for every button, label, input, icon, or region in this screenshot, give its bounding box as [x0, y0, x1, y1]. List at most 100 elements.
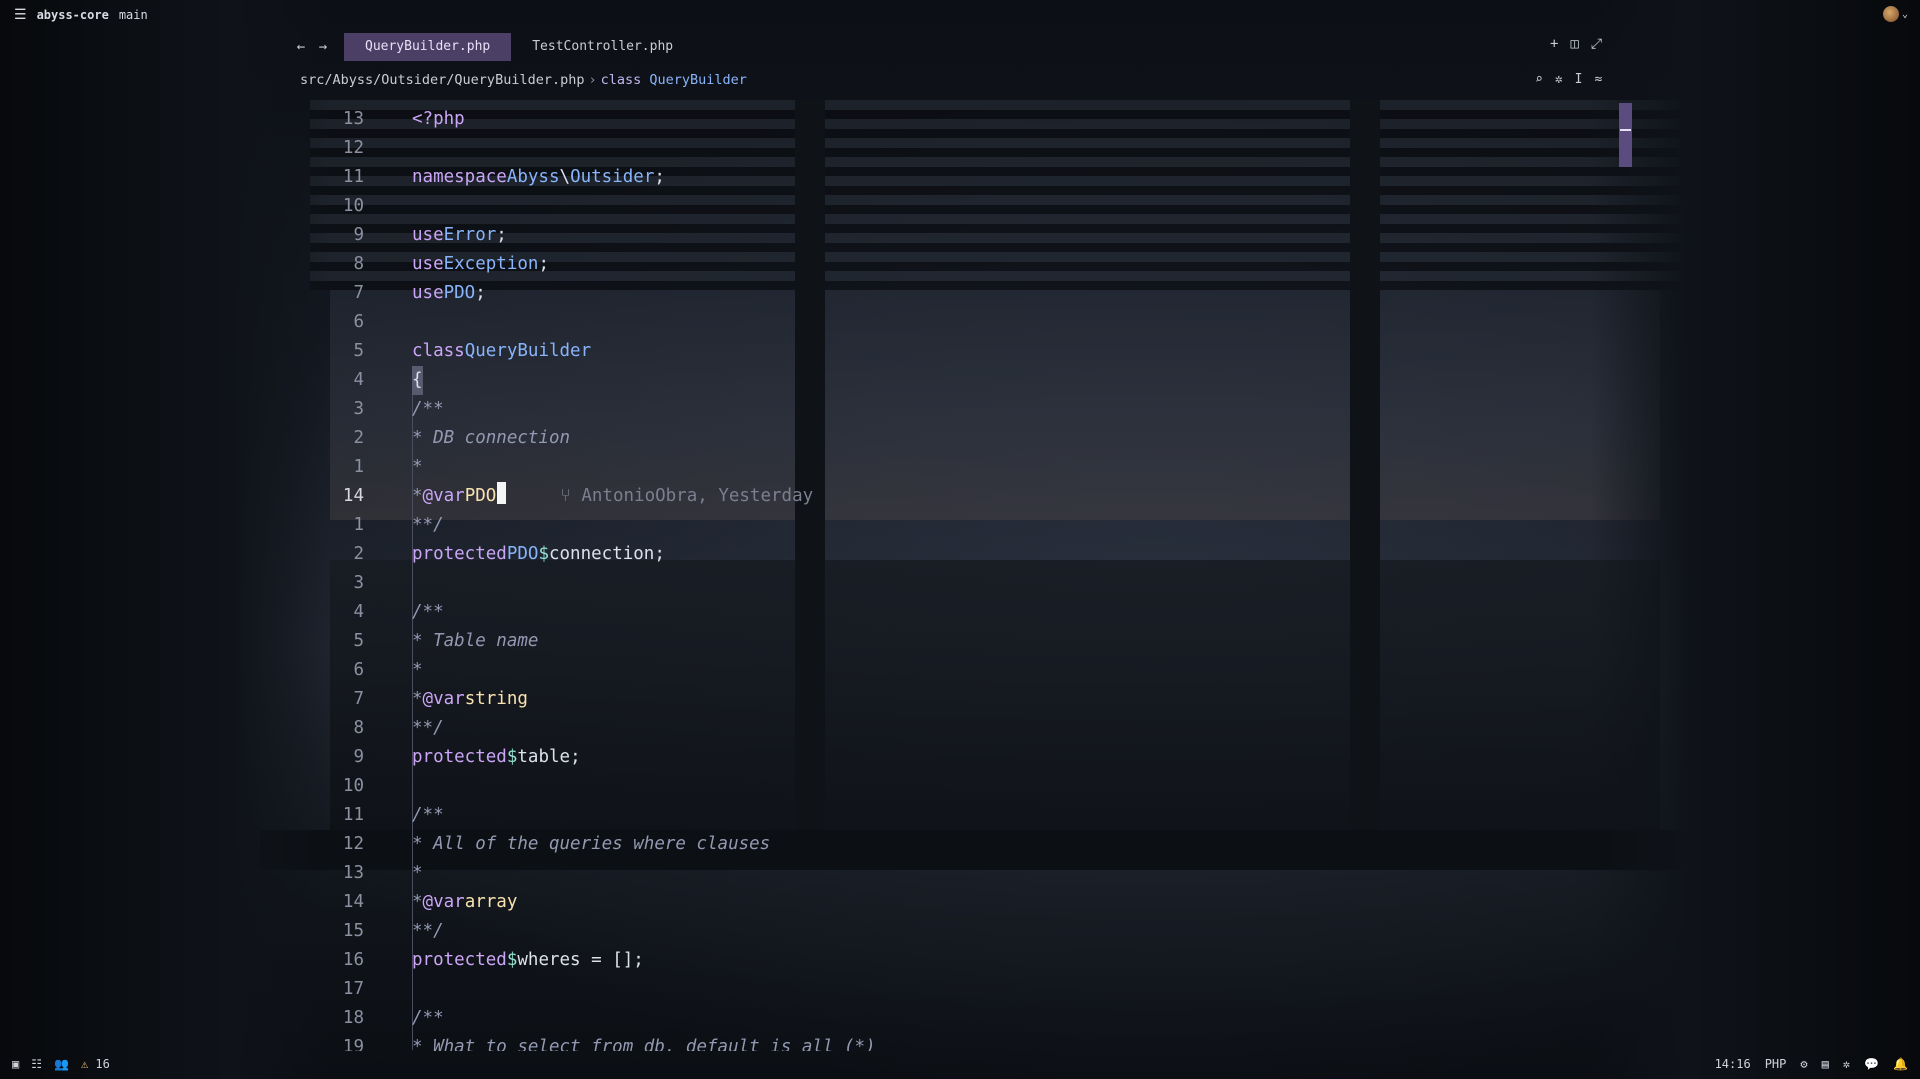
- code-line: 17: [300, 975, 876, 1004]
- code-line: 16 protected $ wheres = [];: [300, 946, 876, 975]
- code-line: 4 /**: [300, 598, 876, 627]
- line-number: 5: [353, 341, 364, 361]
- code-line: 13 <?php: [300, 105, 876, 134]
- tab-querybuilder[interactable]: QueryBuilder.php: [344, 33, 512, 61]
- language-mode[interactable]: PHP: [1765, 1057, 1787, 1071]
- forward-arrow-icon[interactable]: →: [312, 39, 334, 55]
- text-cursor-icon[interactable]: I: [1575, 72, 1583, 87]
- avatar-icon[interactable]: [1882, 6, 1899, 22]
- code-line: 7 use PDO;: [300, 279, 876, 308]
- wallpaper-curtain-left: [0, 0, 330, 1079]
- tab-testcontroller[interactable]: TestController.php: [511, 33, 694, 61]
- line-number: 11: [342, 167, 364, 187]
- assistant-icon[interactable]: ✲: [1843, 1057, 1850, 1071]
- line-number: 10: [342, 196, 364, 216]
- line-number: 2: [353, 428, 364, 448]
- settings-sliders-icon[interactable]: ≈: [1594, 72, 1602, 87]
- code-line: 14 * @var array: [300, 888, 876, 917]
- branch-name[interactable]: main: [119, 8, 148, 22]
- line-number: 1: [353, 515, 364, 535]
- code-editor[interactable]: 13 <?php 12 11 namespace Abyss \ Outsider; 1…: [300, 105, 876, 1051]
- git-blame-annotation: ⑂ AntonioObra, Yesterday: [560, 486, 814, 506]
- wallpaper-window-frame: [1350, 100, 1380, 840]
- warning-icon: ⚠: [80, 1057, 89, 1071]
- code-line: 13 *: [300, 859, 876, 888]
- cursor-position[interactable]: 14:16: [1715, 1057, 1751, 1071]
- terminal-icon[interactable]: ▤: [1822, 1057, 1829, 1071]
- line-number: 3: [353, 399, 364, 419]
- line-number: 8: [353, 718, 364, 738]
- title-bar: ☰ abyss-core main ⌄: [0, 0, 1920, 30]
- line-number-current: 14: [342, 486, 364, 506]
- warning-count: 16: [95, 1057, 110, 1071]
- code-line: 5 * Table name: [300, 627, 876, 656]
- maximize-icon[interactable]: ⤢: [1591, 36, 1602, 52]
- tab-toolbar: + ◫ ⤢: [1550, 36, 1602, 52]
- line-number: 9: [353, 747, 364, 767]
- text-cursor: [497, 482, 507, 504]
- code-line: 9 protected $ table;: [300, 743, 876, 772]
- minimap-scrollbar[interactable]: [1619, 103, 1632, 167]
- split-icon[interactable]: ◫: [1570, 36, 1578, 52]
- line-number: 18: [342, 1008, 364, 1028]
- menu-icon[interactable]: ☰: [14, 7, 27, 23]
- line-number: 13: [342, 863, 364, 883]
- line-number: 10: [342, 776, 364, 796]
- breadcrumb-symbol[interactable]: QueryBuilder: [649, 72, 747, 88]
- chat-icon[interactable]: 💬: [1864, 1057, 1879, 1071]
- diagnostics-button[interactable]: ⚠ 16: [81, 1057, 110, 1071]
- code-line-current: 14 * @var PDO ⑂ AntonioObra, Yesterday: [300, 482, 876, 511]
- code-line: 15 **/: [300, 917, 876, 946]
- line-number: 3: [353, 573, 364, 593]
- line-number: 2: [353, 544, 364, 564]
- chevron-down-icon[interactable]: ⌄: [1902, 9, 1908, 20]
- line-number: 4: [353, 370, 364, 390]
- people-icon[interactable]: 👥: [54, 1057, 69, 1071]
- wallpaper-background: [0, 0, 1920, 1079]
- line-number: 7: [353, 283, 364, 303]
- code-line: 7 * @var string: [300, 685, 876, 714]
- code-line: 4{: [300, 366, 876, 395]
- line-number: 7: [353, 689, 364, 709]
- line-number: 15: [342, 921, 364, 941]
- search-icon[interactable]: ⌕: [1535, 72, 1543, 87]
- code-line: 9 use Error;: [300, 221, 876, 250]
- code-line: 10: [300, 192, 876, 221]
- line-number: 17: [342, 979, 364, 999]
- sparkle-icon[interactable]: ✲: [1555, 72, 1563, 87]
- line-number: 13: [342, 109, 364, 129]
- line-number: 14: [342, 892, 364, 912]
- status-bar: ▣ ☷ 👥 ⚠ 16 14:16 PHP ⚙ ▤ ✲ 💬 🔔: [0, 1049, 1920, 1079]
- code-line: 10: [300, 772, 876, 801]
- line-number: 8: [353, 254, 364, 274]
- code-line: 2 protected PDO $ connection;: [300, 540, 876, 569]
- code-line: 1 *: [300, 453, 876, 482]
- line-number: 12: [342, 138, 364, 158]
- line-number: 9: [353, 225, 364, 245]
- user-menu[interactable]: ⌄: [1882, 6, 1908, 22]
- bell-icon[interactable]: 🔔: [1893, 1057, 1908, 1071]
- code-line: 2 * DB connection: [300, 424, 876, 453]
- code-line: 3 /**: [300, 395, 876, 424]
- breadcrumb-path[interactable]: src/Abyss/Outsider/QueryBuilder.php: [300, 72, 584, 88]
- panel-icon[interactable]: ▣: [12, 1057, 19, 1071]
- code-line: 12 * All of the queries where clauses: [300, 830, 876, 859]
- line-number: 5: [353, 631, 364, 651]
- code-line: 5 class QueryBuilder: [300, 337, 876, 366]
- line-number: 11: [342, 805, 364, 825]
- plus-icon[interactable]: +: [1550, 36, 1558, 52]
- outline-icon[interactable]: ☷: [31, 1057, 42, 1071]
- code-line: 11 namespace Abyss \ Outsider;: [300, 163, 876, 192]
- line-number: 6: [353, 660, 364, 680]
- breadcrumb-separator: ›: [588, 72, 597, 88]
- code-line: 11 /**: [300, 801, 876, 830]
- editor-toolbar: ⌕ ✲ I ≈: [1535, 72, 1602, 87]
- debug-icon[interactable]: ⚙: [1800, 1057, 1807, 1071]
- back-arrow-icon[interactable]: ←: [290, 39, 312, 55]
- tab-bar: ← → QueryBuilder.php TestController.php: [290, 33, 694, 61]
- project-name[interactable]: abyss-core: [37, 8, 109, 22]
- code-line: 18 /**: [300, 1004, 876, 1033]
- code-line: 12: [300, 134, 876, 163]
- line-number: 12: [342, 834, 364, 854]
- code-line: 3: [300, 569, 876, 598]
